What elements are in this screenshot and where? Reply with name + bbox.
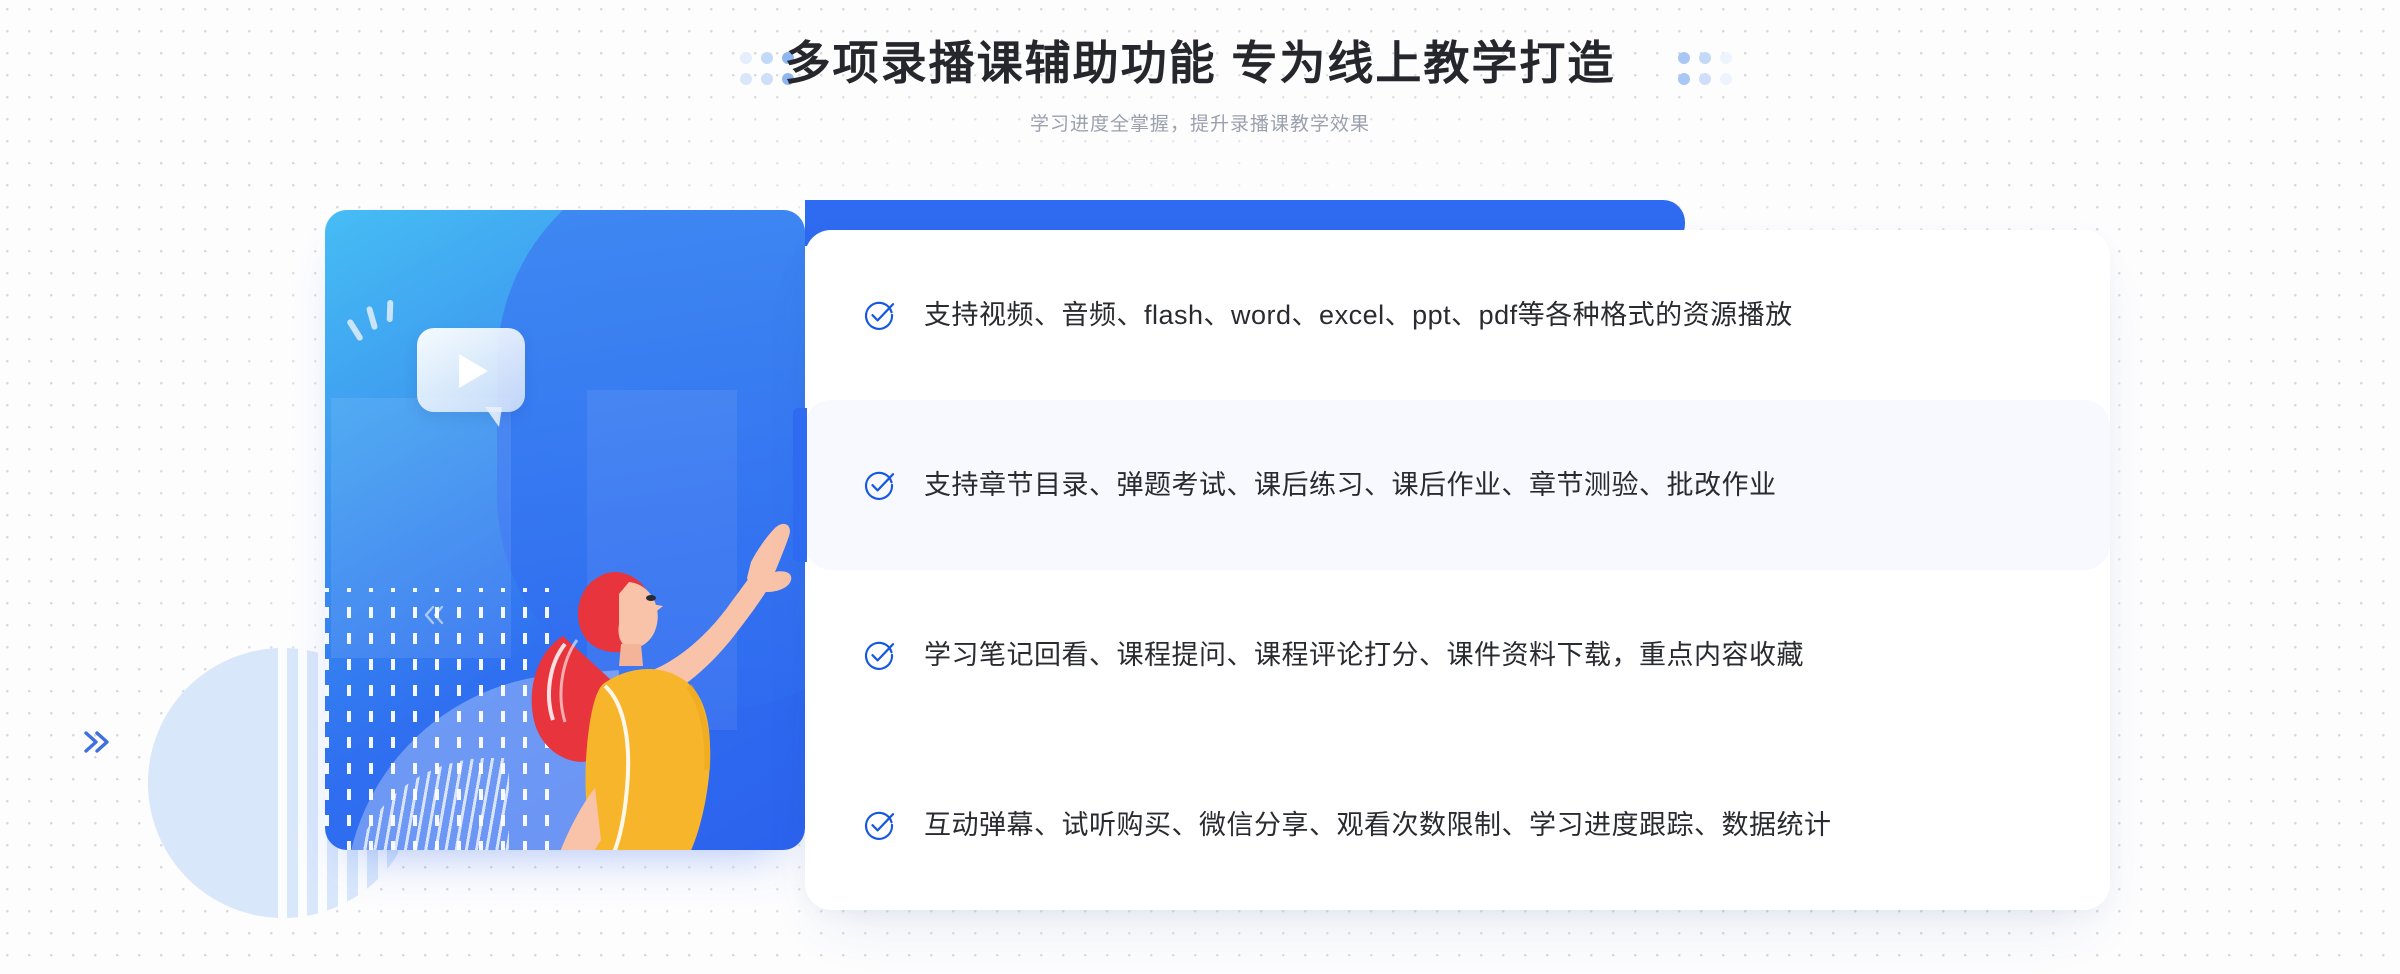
double-chevron-right-icon: [75, 722, 115, 762]
feature-text: 支持章节目录、弹题考试、课后练习、课后作业、章节测验、批改作业: [924, 470, 1777, 500]
check-circle-icon: [862, 808, 896, 842]
feature-row[interactable]: 互动弹幕、试听购买、微信分享、观看次数限制、学习进度跟踪、数据统计: [805, 740, 2110, 910]
feature-text: 支持视频、音频、flash、word、excel、ppt、pdf等各种格式的资源…: [924, 300, 1793, 330]
feature-text: 学习笔记回看、课程提问、课程评论打分、课件资料下载，重点内容收藏: [924, 640, 1804, 670]
dot: [1678, 73, 1690, 85]
row-highlight-tab: [793, 408, 807, 562]
dot: [1699, 52, 1711, 64]
spark-line: [346, 318, 364, 342]
play-icon: [459, 354, 488, 388]
spark-line: [386, 299, 394, 323]
dot: [1720, 52, 1732, 64]
feature-text: 互动弹幕、试听购买、微信分享、观看次数限制、学习进度跟踪、数据统计: [924, 810, 1832, 840]
feature-banner: 多项录播课辅助功能 专为线上教学打造 学习进度全掌握，提升录播课教学效果 支持视…: [0, 0, 2400, 974]
feature-row[interactable]: 支持视频、音频、flash、word、excel、ppt、pdf等各种格式的资源…: [805, 230, 2110, 400]
header: 多项录播课辅助功能 专为线上教学打造 学习进度全掌握，提升录播课教学效果: [0, 0, 2400, 160]
dot: [1678, 52, 1690, 64]
spark-line: [365, 305, 379, 331]
page-title: 多项录播课辅助功能 专为线上教学打造: [784, 37, 1616, 89]
person-illustration: [445, 458, 805, 850]
check-circle-icon: [862, 298, 896, 332]
feature-row[interactable]: 支持章节目录、弹题考试、课后练习、课后作业、章节测验、批改作业: [793, 400, 2110, 570]
check-circle-icon: [862, 468, 896, 502]
check-circle-icon: [862, 638, 896, 672]
video-play-bubble: [417, 328, 525, 427]
feature-card: 支持视频、音频、flash、word、excel、ppt、pdf等各种格式的资源…: [793, 230, 2110, 910]
page-subtitle: 学习进度全掌握，提升录播课教学效果: [1029, 114, 1370, 135]
illustration-panel: [325, 210, 805, 850]
feature-list: 支持视频、音频、flash、word、excel、ppt、pdf等各种格式的资源…: [793, 230, 2110, 910]
decorative-dot-cluster-right: [1678, 52, 1732, 85]
dot: [1699, 73, 1711, 85]
dot: [1720, 73, 1732, 85]
feature-row[interactable]: 学习笔记回看、课程提问、课程评论打分、课件资料下载，重点内容收藏: [805, 570, 2110, 740]
